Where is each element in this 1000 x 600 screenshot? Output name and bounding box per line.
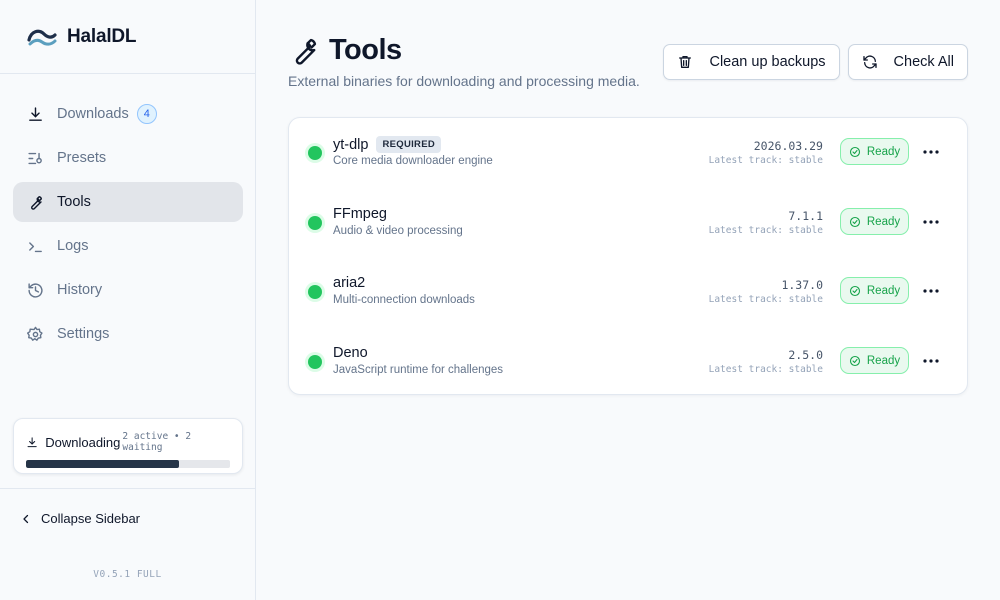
chevron-left-icon bbox=[23, 514, 29, 523]
trash-icon bbox=[679, 56, 692, 68]
gear-icon bbox=[27, 326, 44, 343]
ready-label: Ready bbox=[866, 215, 901, 228]
ready-label: Ready bbox=[866, 354, 901, 367]
tool-version: 2.5.0 bbox=[788, 348, 823, 362]
status-dot bbox=[308, 355, 322, 369]
check-circle-icon bbox=[849, 355, 860, 366]
check-all-label: Check All bbox=[893, 54, 954, 70]
tool-name: aria2 bbox=[333, 275, 366, 291]
tool-row-ffmpeg: FFmpeg Audio & video processing 7.1.1 La… bbox=[289, 188, 969, 258]
page-subtitle: External binaries for downloading and pr… bbox=[288, 73, 640, 89]
app-name: HalalDL bbox=[67, 25, 137, 47]
status-dot bbox=[308, 216, 322, 230]
page-header: Tools External binaries for downloading … bbox=[288, 34, 640, 89]
download-icon bbox=[27, 106, 44, 123]
more-horizontal-icon bbox=[923, 220, 939, 224]
sidebar-nav: Downloads 4 Presets Tools Logs History S… bbox=[13, 94, 243, 358]
sidebar-item-label: Downloads bbox=[57, 106, 129, 122]
sidebar-item-history[interactable]: History bbox=[13, 270, 243, 310]
tool-row-aria2: aria2 Multi-connection downloads 1.37.0 … bbox=[289, 257, 969, 327]
downloading-meta: 2 active • 2 waiting bbox=[122, 431, 192, 453]
sidebar-item-logs[interactable]: Logs bbox=[13, 226, 243, 266]
sidebar-item-settings[interactable]: Settings bbox=[13, 314, 243, 354]
check-circle-icon bbox=[849, 216, 860, 227]
download-progress-bar bbox=[26, 460, 230, 468]
tool-description: Audio & video processing bbox=[333, 225, 463, 237]
tool-track: Latest track: stable bbox=[708, 155, 823, 166]
sidebar-item-presets[interactable]: Presets bbox=[13, 138, 243, 178]
collapse-sidebar-label: Collapse Sidebar bbox=[41, 511, 141, 526]
download-icon bbox=[27, 436, 37, 447]
page-actions: Clean up backups Check All bbox=[655, 44, 968, 80]
sidebar-divider bbox=[0, 488, 255, 489]
tool-description: Core media downloader engine bbox=[333, 155, 493, 167]
sidebar-item-label: History bbox=[57, 282, 103, 298]
downloads-count-badge: 4 bbox=[136, 104, 157, 124]
check-circle-icon bbox=[849, 146, 860, 157]
ready-status-badge: Ready bbox=[840, 347, 909, 374]
tool-name: yt-dlp bbox=[333, 136, 369, 153]
check-all-button[interactable]: Check All bbox=[847, 44, 968, 80]
downloading-status-card[interactable]: Downloading 2 active • 2 waiting bbox=[13, 418, 243, 474]
sidebar-item-label: Settings bbox=[57, 326, 110, 342]
app-version: V0.5.1 FULL bbox=[93, 569, 162, 580]
downloading-title: Downloading bbox=[45, 434, 121, 450]
more-options-button[interactable] bbox=[922, 143, 940, 161]
sidebar-item-downloads[interactable]: Downloads 4 bbox=[13, 94, 243, 134]
tool-version: 1.37.0 bbox=[781, 278, 823, 292]
more-horizontal-icon bbox=[923, 150, 939, 154]
clean-up-backups-button[interactable]: Clean up backups bbox=[663, 44, 840, 80]
tool-track: Latest track: stable bbox=[708, 294, 823, 305]
tool-name: Deno bbox=[333, 345, 368, 361]
brand: HalalDL bbox=[0, 0, 255, 74]
collapse-sidebar-button[interactable]: Collapse Sidebar bbox=[20, 511, 140, 526]
tools-list: yt-dlp REQUIRED Core media downloader en… bbox=[288, 117, 968, 395]
wave-logo-icon bbox=[27, 29, 57, 46]
tool-name: FFmpeg bbox=[333, 206, 387, 222]
ready-label: Ready bbox=[866, 284, 901, 297]
check-circle-icon bbox=[849, 285, 860, 296]
more-options-button[interactable] bbox=[922, 213, 940, 231]
sidebar: HalalDL Downloads 4 Presets Tools Logs H… bbox=[0, 0, 256, 600]
tool-version: 2026.03.29 bbox=[753, 139, 823, 153]
terminal-icon bbox=[27, 238, 44, 255]
ready-status-badge: Ready bbox=[840, 277, 909, 304]
tool-row-yt-dlp: yt-dlp REQUIRED Core media downloader en… bbox=[289, 118, 969, 188]
tool-row-deno: Deno JavaScript runtime for challenges 2… bbox=[289, 327, 969, 397]
tool-track: Latest track: stable bbox=[708, 225, 823, 236]
required-badge: REQUIRED bbox=[376, 136, 442, 153]
sidebar-item-tools[interactable]: Tools bbox=[13, 182, 243, 222]
sidebar-item-label: Logs bbox=[57, 238, 89, 254]
clean-up-backups-label: Clean up backups bbox=[709, 54, 826, 70]
main-content: Tools External binaries for downloading … bbox=[256, 0, 1000, 600]
tool-track: Latest track: stable bbox=[708, 364, 823, 375]
page-title: Tools bbox=[329, 34, 402, 66]
ready-label: Ready bbox=[866, 145, 901, 158]
ready-status-badge: Ready bbox=[840, 208, 909, 235]
history-icon bbox=[27, 282, 44, 299]
presets-icon bbox=[27, 150, 44, 167]
download-progress-fill bbox=[26, 460, 179, 468]
wrench-icon bbox=[27, 194, 44, 211]
more-options-button[interactable] bbox=[922, 282, 940, 300]
tool-version: 7.1.1 bbox=[788, 209, 823, 223]
ready-status-badge: Ready bbox=[840, 138, 909, 165]
sidebar-item-label: Tools bbox=[57, 194, 91, 210]
tool-description: JavaScript runtime for challenges bbox=[333, 364, 504, 376]
status-dot bbox=[308, 146, 322, 160]
tool-description: Multi-connection downloads bbox=[333, 294, 475, 306]
refresh-icon bbox=[862, 55, 877, 69]
more-options-button[interactable] bbox=[922, 352, 940, 370]
more-horizontal-icon bbox=[923, 359, 939, 363]
sidebar-item-label: Presets bbox=[57, 150, 107, 166]
status-dot bbox=[308, 285, 322, 299]
wrench-icon bbox=[295, 38, 317, 65]
more-horizontal-icon bbox=[923, 289, 939, 293]
